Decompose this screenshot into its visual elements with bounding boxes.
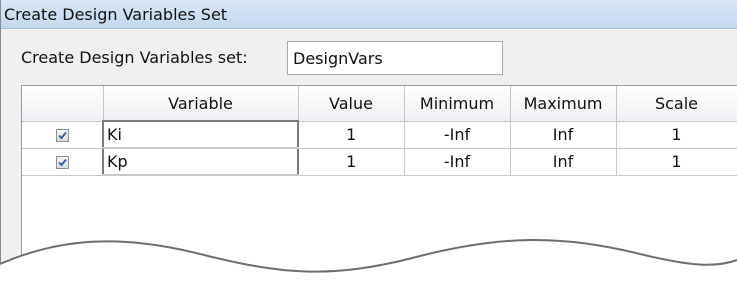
table-header-row: Variable Value Minimum Maximum Scale <box>22 86 737 122</box>
checkmark-icon <box>57 131 67 140</box>
set-name-row: Create Design Variables set: <box>1 40 737 76</box>
value-cell[interactable]: 1 <box>297 147 405 176</box>
column-header-select[interactable] <box>22 86 104 122</box>
value-cell[interactable]: 1 <box>297 120 405 149</box>
set-name-input[interactable] <box>287 41 503 75</box>
set-name-label: Create Design Variables set: <box>21 48 248 67</box>
column-header-variable[interactable]: Variable <box>102 86 299 122</box>
dialog-title: Create Design Variables Set <box>1 0 737 29</box>
minimum-cell[interactable]: -Inf <box>403 120 511 149</box>
scale-cell[interactable]: 1 <box>615 120 737 149</box>
minimum-cell[interactable]: -Inf <box>403 147 511 176</box>
column-header-scale[interactable]: Scale <box>615 86 737 122</box>
maximum-cell[interactable]: Inf <box>509 147 617 176</box>
column-header-maximum[interactable]: Maximum <box>509 86 617 122</box>
select-cell <box>22 147 104 176</box>
column-header-minimum[interactable]: Minimum <box>403 86 511 122</box>
column-header-value[interactable]: Value <box>297 86 405 122</box>
torn-edge-graphic <box>0 238 737 296</box>
row-checkbox[interactable] <box>55 156 69 169</box>
select-cell <box>22 120 104 149</box>
checkmark-icon <box>57 158 67 167</box>
variables-table: Variable Value Minimum Maximum Scale Ki … <box>22 86 737 176</box>
table-row: Ki 1 -Inf Inf 1 <box>22 120 737 149</box>
row-checkbox[interactable] <box>55 129 69 142</box>
screenshot-stage: Create Design Variables Set Create Desig… <box>0 0 737 296</box>
variable-cell[interactable]: Kp <box>102 147 299 176</box>
variable-cell[interactable]: Ki <box>102 120 299 149</box>
table-row: Kp 1 -Inf Inf 1 <box>22 147 737 176</box>
scale-cell[interactable]: 1 <box>615 147 737 176</box>
maximum-cell[interactable]: Inf <box>509 120 617 149</box>
